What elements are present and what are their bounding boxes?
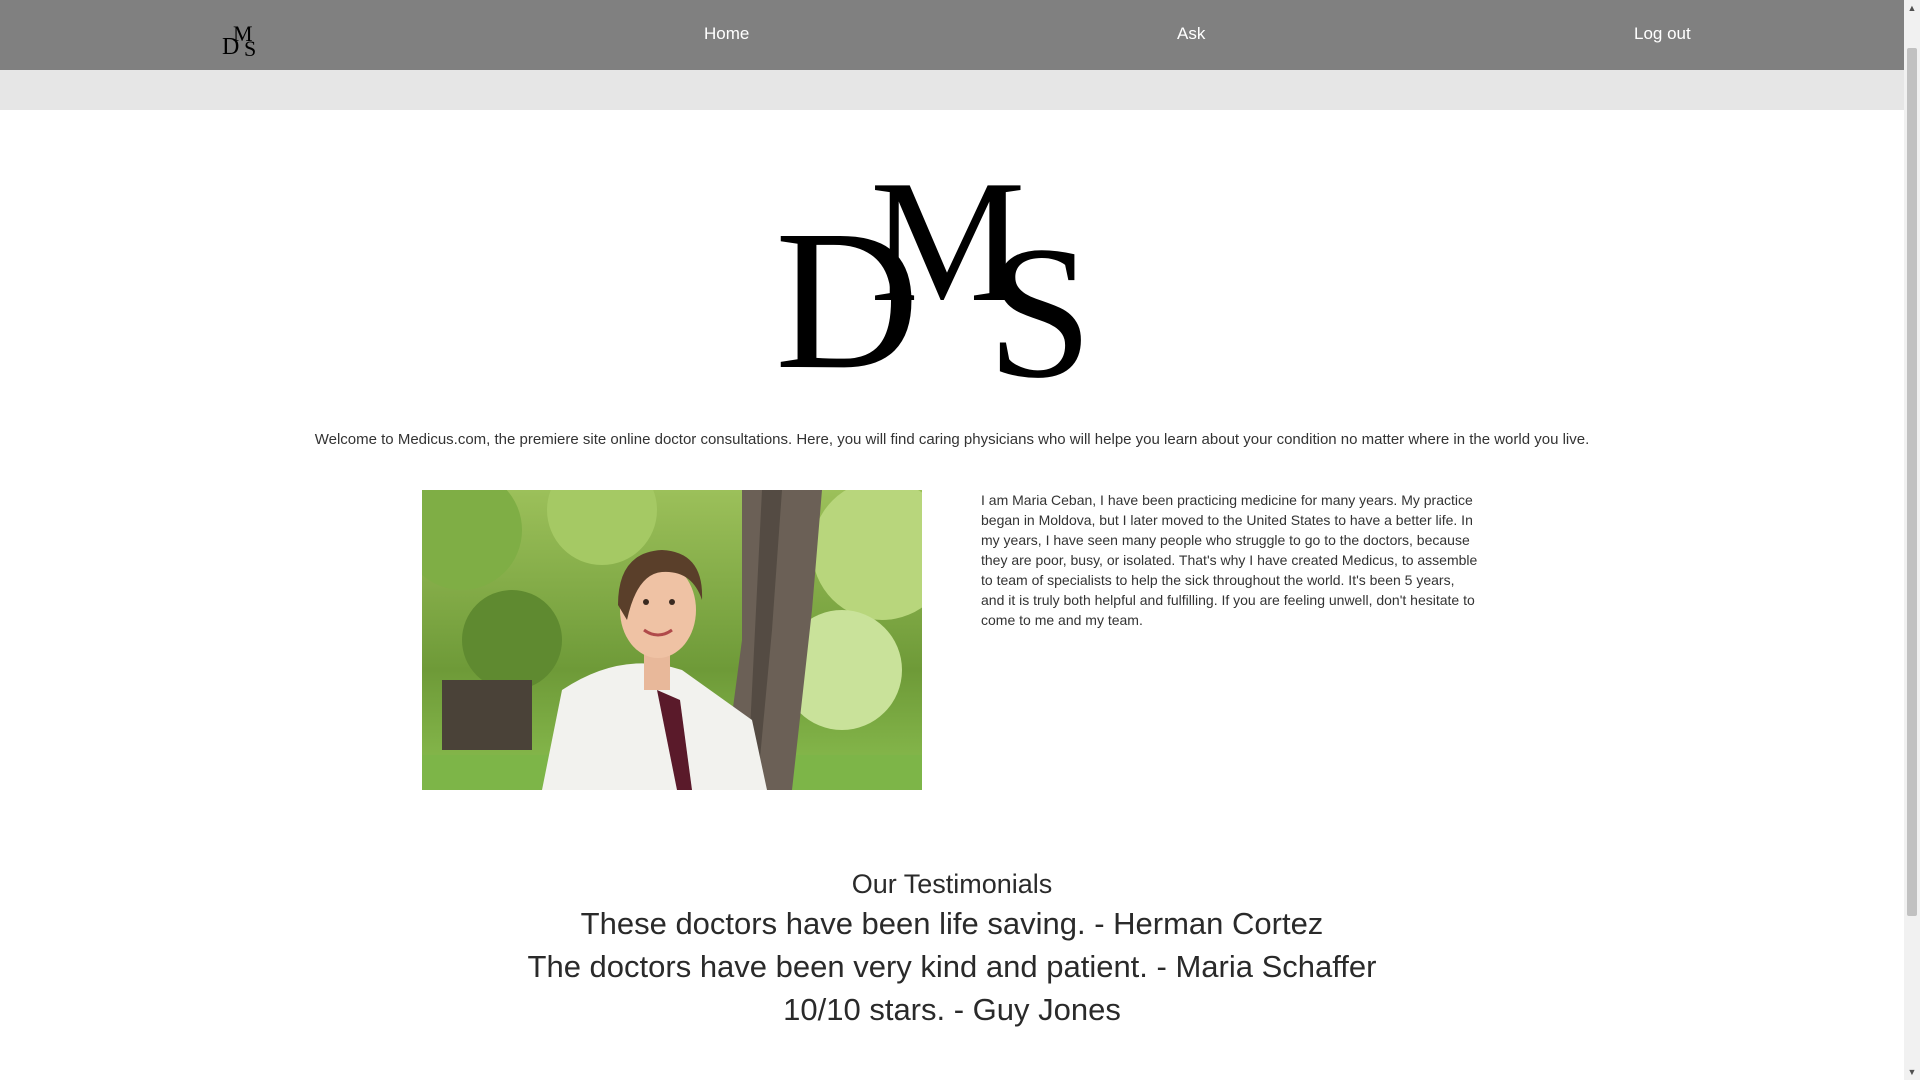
doctor-bio: I am Maria Ceban, I have been practicing… bbox=[981, 492, 1478, 628]
testimonial-item: These doctors have been life saving. - H… bbox=[580, 906, 1324, 941]
subheader-bar bbox=[0, 70, 1904, 110]
navbar: D M S Home Ask Log out bbox=[0, 0, 1904, 70]
testimonials-section: Our Testimonials These doctors have been… bbox=[0, 866, 1904, 1031]
dms-monogram-icon: D M S bbox=[775, 172, 1093, 378]
nav-home-link[interactable]: Home bbox=[704, 24, 749, 44]
scrollbar-thumb[interactable] bbox=[1907, 48, 1917, 916]
doctor-photo bbox=[422, 490, 922, 790]
page: D M S Home Ask Log out D M S Welcome to … bbox=[0, 0, 1920, 1080]
svg-text:S: S bbox=[244, 36, 256, 57]
hero-logo: D M S bbox=[775, 172, 1115, 378]
svg-text:S: S bbox=[987, 208, 1093, 378]
doctor-portrait-image bbox=[422, 490, 922, 790]
nav-ask-link[interactable]: Ask bbox=[1177, 24, 1205, 44]
dms-logo-icon: D M S bbox=[222, 21, 256, 57]
vertical-scrollbar[interactable]: ▲ ▼ bbox=[1904, 0, 1920, 1080]
scroll-up-arrow-icon[interactable]: ▲ bbox=[1904, 0, 1920, 16]
scroll-down-arrow-icon[interactable]: ▼ bbox=[1904, 1064, 1920, 1080]
testimonial-item: 10/10 stars. - Guy Jones bbox=[783, 992, 1121, 1027]
nav-logo[interactable]: D M S bbox=[222, 19, 266, 57]
testimonials-heading: Our Testimonials bbox=[851, 869, 1053, 899]
nav-logout-link[interactable]: Log out bbox=[1634, 24, 1691, 44]
testimonial-item: The doctors have been very kind and pati… bbox=[527, 949, 1377, 984]
welcome-text: Welcome to Medicus.com, the premiere sit… bbox=[314, 431, 1590, 448]
